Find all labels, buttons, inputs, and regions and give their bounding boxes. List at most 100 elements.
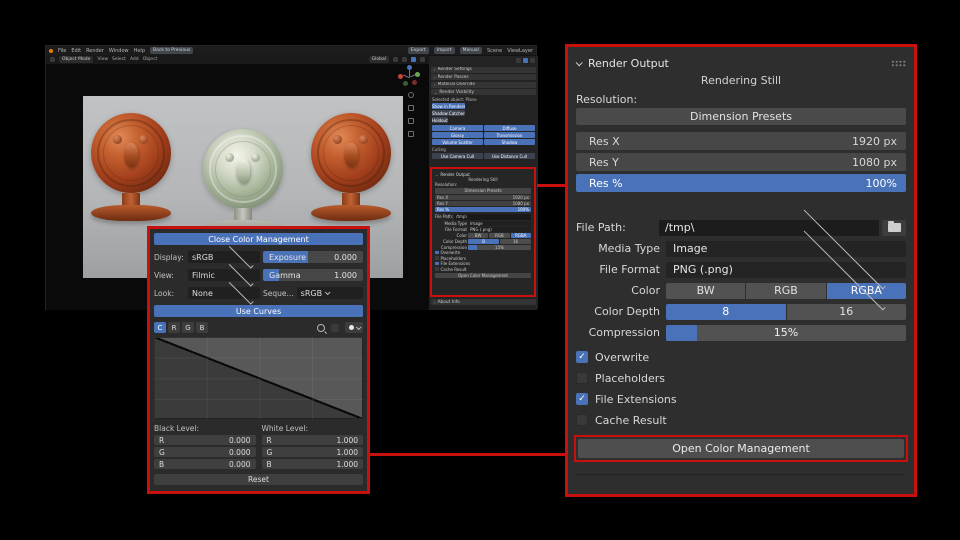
active-tool-icon[interactable]	[523, 58, 528, 63]
back-to-previous-button[interactable]: Back to Previous	[150, 47, 194, 54]
file-path-input[interactable]: /tmp\	[659, 219, 879, 236]
white-level-r-field[interactable]: R 1.000	[261, 435, 363, 445]
color-bw-option[interactable]: BW	[666, 282, 746, 299]
mini-dimension-presets[interactable]: Dimension Presets	[435, 188, 531, 194]
gizmo-x-axis-neg[interactable]	[412, 80, 417, 85]
display-dropdown[interactable]: sRGB	[188, 243, 260, 269]
export-button[interactable]: Export	[407, 47, 429, 54]
import-button[interactable]: Import	[433, 47, 455, 54]
compression-slider[interactable]: 15%	[666, 324, 906, 341]
orientation-dropdown[interactable]: Global	[368, 56, 389, 63]
toolbar-view[interactable]: View	[97, 57, 108, 62]
checkbox-cache-result[interactable]: Cache Result	[576, 413, 906, 427]
snap-icon[interactable]	[393, 57, 398, 62]
white-level-g-field[interactable]: G 1.000	[261, 447, 363, 457]
mini-color-depth[interactable]: Color Depth 8 16	[435, 238, 531, 244]
use-camera-cull-button[interactable]: Use Camera Cull	[432, 153, 483, 159]
checkbox-icon[interactable]	[576, 372, 588, 384]
checkbox-overwrite[interactable]: Overwrite	[576, 350, 906, 364]
checkbox-icon[interactable]	[576, 393, 588, 405]
black-level-g-field[interactable]: G 0.000	[154, 447, 256, 457]
toolbar-object[interactable]: Object	[143, 57, 158, 62]
white-level-b-field[interactable]: B 1.000	[261, 459, 363, 469]
tool-icon[interactable]	[516, 58, 521, 63]
section-about-info[interactable]: › About Info	[431, 299, 536, 305]
options-icon[interactable]	[530, 58, 535, 63]
ray-diffuse-button[interactable]: Diffuse	[484, 125, 535, 131]
menu-help[interactable]: Help	[134, 48, 145, 54]
mini-checkbox-cache-result[interactable]: Cache Result	[435, 267, 531, 272]
mini-res-x[interactable]: Res X 1920 px	[435, 194, 531, 200]
blender-logo-icon[interactable]	[49, 48, 53, 53]
toolbar-add[interactable]: Add	[130, 57, 139, 62]
black-level-r-field[interactable]: R 0.000	[154, 435, 256, 445]
clipping-options-icon[interactable]	[331, 323, 339, 332]
dimension-presets-button[interactable]: Dimension Presets	[576, 108, 906, 125]
mini-color[interactable]: Color BW RGB RGBA	[435, 232, 531, 238]
ray-transmission-button[interactable]: Transmission	[484, 132, 535, 138]
mini-file-path[interactable]: File Path:/tmp\	[435, 214, 531, 220]
depth-8-option[interactable]: 8	[666, 303, 786, 320]
gizmo-y-axis-neg[interactable]	[403, 81, 408, 86]
shading-icon[interactable]	[420, 57, 425, 62]
manual-button[interactable]: Manual	[459, 47, 482, 54]
use-curves-button[interactable]: Use Curves	[154, 305, 363, 317]
res-x-field[interactable]: Res X 1920 px	[576, 132, 906, 150]
mini-res-pct[interactable]: Res % 100%	[435, 206, 531, 212]
gizmo-z-axis[interactable]	[407, 65, 412, 70]
viewlayer-selector[interactable]: ViewLayer	[507, 48, 533, 54]
exposure-slider[interactable]: Exposure 0.000	[263, 251, 363, 263]
ray-glossy-button[interactable]: Glossy	[432, 132, 483, 138]
use-distance-cull-button[interactable]: Use Distance Cull	[484, 153, 535, 159]
camera-view-icon[interactable]	[408, 118, 414, 124]
res-y-field[interactable]: Res Y 1080 px	[576, 153, 906, 171]
show-in-renders-button[interactable]: Show in Renders	[432, 103, 466, 109]
mini-compression[interactable]: Compression 15%	[435, 244, 531, 250]
menu-render[interactable]: Render	[86, 48, 104, 54]
res-pct-field[interactable]: Res % 100%	[576, 174, 906, 192]
section-render-passes[interactable]: › Render Passes	[431, 74, 536, 80]
scene-selector[interactable]: Scene	[487, 48, 502, 54]
channel-r-button[interactable]: R	[168, 322, 180, 333]
mode-dropdown[interactable]: Object Mode	[59, 56, 94, 63]
channel-g-button[interactable]: G	[182, 322, 194, 333]
look-dropdown[interactable]: None	[188, 279, 260, 305]
depth-16-option[interactable]: 16	[786, 303, 906, 320]
zoom-icon[interactable]	[408, 92, 414, 98]
panel-header[interactable]: Render Output	[575, 55, 906, 71]
checkbox-placeholders[interactable]: Placeholders	[576, 371, 906, 385]
section-render-visibility[interactable]: ⌄ Render Visibility	[431, 89, 536, 95]
overlays-icon[interactable]	[411, 57, 416, 62]
mini-checkbox-file-extensions[interactable]: File Extensions	[435, 261, 531, 266]
reset-button[interactable]: Reset	[154, 474, 363, 485]
ray-volume-scatter-button[interactable]: Volume Scatter	[432, 139, 483, 145]
checkbox-file-extensions[interactable]: File Extensions	[576, 392, 906, 406]
menu-file[interactable]: File	[58, 48, 66, 54]
holdout-button[interactable]: Holdout	[432, 117, 448, 123]
mini-res-y[interactable]: Res Y 1080 px	[435, 200, 531, 206]
black-white-point-sampler[interactable]	[345, 322, 363, 333]
checkbox-icon[interactable]	[576, 414, 588, 426]
ray-camera-button[interactable]: Camera	[432, 125, 483, 131]
gamma-slider[interactable]: Gamma 1.000	[263, 269, 363, 281]
menu-edit[interactable]: Edit	[71, 48, 81, 54]
checkbox-icon[interactable]	[576, 351, 588, 363]
open-color-management-button[interactable]: Open Color Management	[578, 439, 904, 458]
pan-hand-icon[interactable]	[408, 105, 414, 111]
gizmo-y-axis[interactable]	[415, 72, 420, 77]
close-color-management-button[interactable]: Close Color Management	[154, 233, 363, 245]
view-dropdown[interactable]: Filmic	[188, 261, 260, 287]
browse-folder-button[interactable]	[882, 219, 906, 236]
black-level-b-field[interactable]: B 0.000	[154, 459, 256, 469]
mini-checkbox-placeholders[interactable]: Placeholders	[435, 256, 531, 261]
gizmo-x-axis[interactable]	[398, 74, 403, 79]
toggle-grid-icon[interactable]	[408, 131, 414, 137]
media-type-dropdown[interactable]: Image	[666, 206, 906, 289]
sequencer-dropdown[interactable]: sRGB	[296, 287, 363, 299]
channel-b-button[interactable]: B	[196, 322, 208, 333]
curve-editor[interactable]	[154, 337, 363, 419]
zoom-icon[interactable]	[317, 323, 325, 332]
mini-file-format[interactable]: File Format PNG (.png)	[435, 226, 531, 232]
section-material-override[interactable]: › Material Override	[431, 81, 536, 88]
shadow-catcher-button[interactable]: Shadow Catcher	[432, 110, 465, 116]
